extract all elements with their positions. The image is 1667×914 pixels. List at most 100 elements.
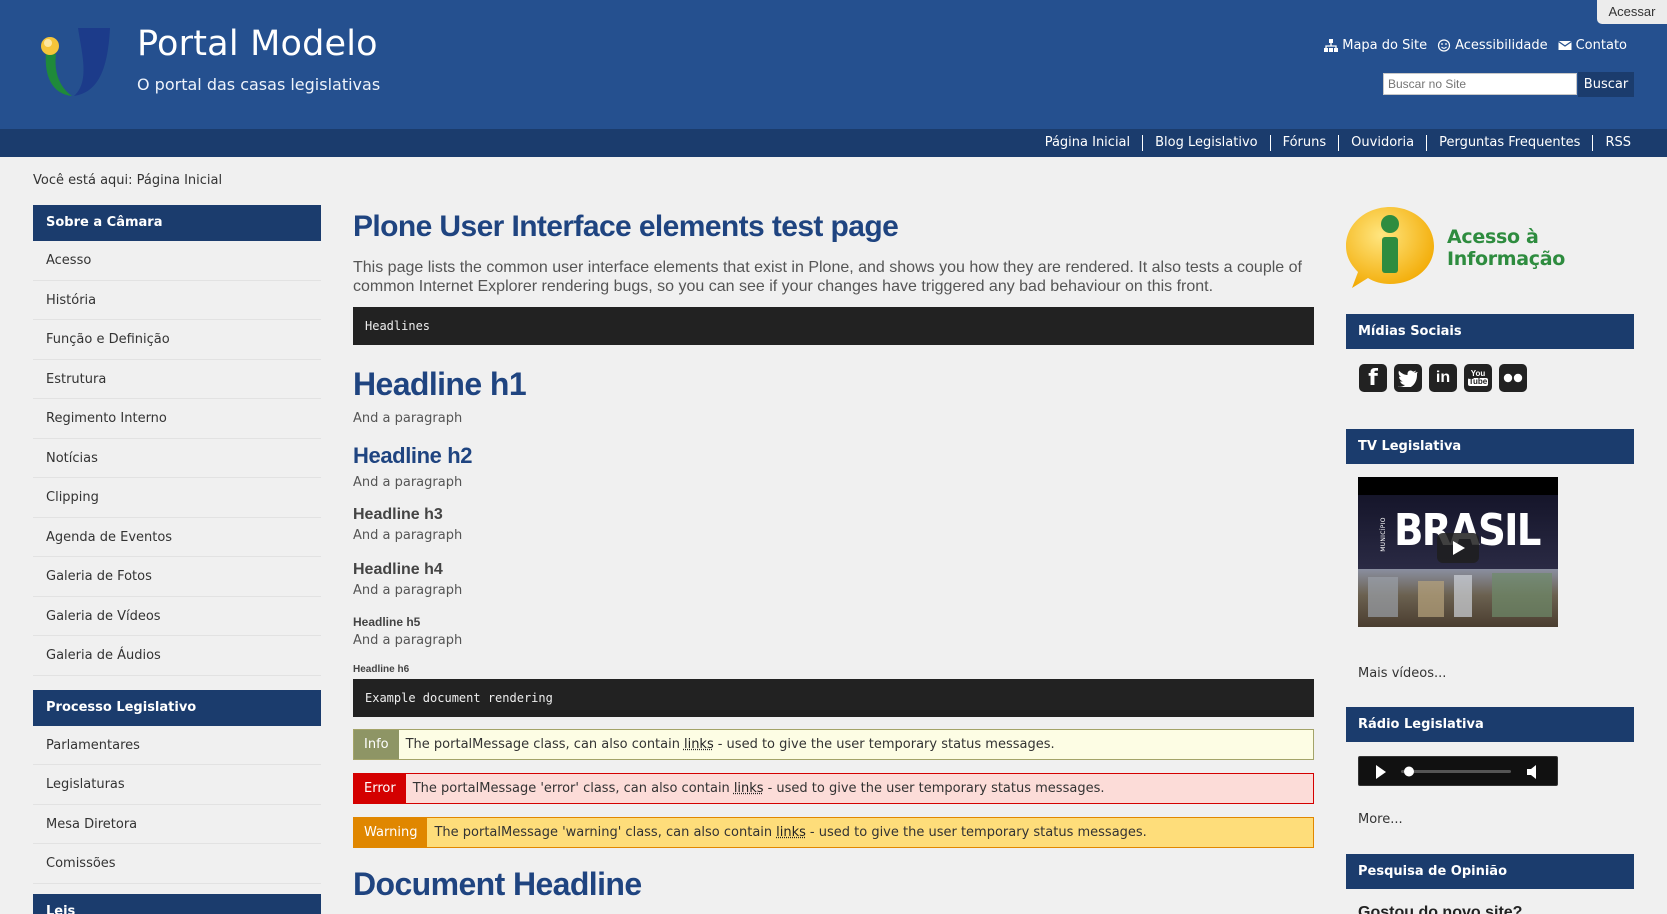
breadcrumb-current[interactable]: Página Inicial bbox=[137, 173, 222, 188]
info-link[interactable]: links bbox=[684, 737, 714, 752]
portlet-header-social: Mídias Sociais bbox=[1346, 314, 1634, 349]
access-info-line2: Informação bbox=[1447, 248, 1566, 270]
headline-h6: Headline h6 bbox=[353, 664, 410, 675]
sidebar-item[interactable]: Mesa Diretora bbox=[33, 805, 321, 844]
warning-tag: Warning bbox=[354, 818, 428, 847]
nav-item-ombudsman[interactable]: Ouvidoria bbox=[1338, 135, 1426, 151]
sitemap-icon bbox=[1324, 39, 1339, 52]
headline-h3: Headline h3 bbox=[353, 506, 443, 523]
contact-link[interactable]: Contato bbox=[1557, 38, 1627, 53]
page-title: Plone User Interface elements test page bbox=[353, 210, 899, 243]
paragraph: And a paragraph bbox=[353, 633, 463, 648]
site-logo[interactable] bbox=[38, 26, 112, 98]
warning-text-after: - used to give the user temporary status… bbox=[809, 825, 1147, 840]
accessibility-link-label: Acessibilidade bbox=[1455, 38, 1548, 53]
poll-question: Gostou do novo site? bbox=[1358, 904, 1523, 914]
headline-h2: Headline h2 bbox=[353, 443, 473, 468]
nav-item-home[interactable]: Página Inicial bbox=[1033, 135, 1142, 151]
nav-item-faq[interactable]: Perguntas Frequentes bbox=[1426, 135, 1592, 151]
sitemap-link-label: Mapa do Site bbox=[1342, 38, 1428, 53]
accessibility-icon bbox=[1437, 39, 1451, 52]
sidebar-item[interactable]: Notícias bbox=[33, 439, 321, 478]
audio-player[interactable] bbox=[1358, 756, 1558, 786]
youtube-icon[interactable]: You Tube bbox=[1464, 364, 1492, 392]
more-videos-link[interactable]: Mais vídeos... bbox=[1358, 666, 1446, 681]
video-label-small: MUNICÍPIO bbox=[1379, 517, 1387, 552]
volume-icon bbox=[1527, 765, 1536, 779]
site-header: Portal Modelo O portal das casas legisla… bbox=[0, 0, 1667, 129]
error-link[interactable]: links bbox=[734, 781, 764, 796]
top-links: Mapa do Site Acessibilidade Contato bbox=[1324, 38, 1627, 53]
sidebar-item[interactable]: Função e Definição bbox=[33, 320, 321, 360]
warning-link[interactable]: links bbox=[776, 825, 806, 840]
paragraph: And a paragraph bbox=[353, 411, 463, 426]
facebook-icon[interactable]: f bbox=[1359, 364, 1387, 392]
portlet-header-radio: Rádio Legislativa bbox=[1346, 707, 1634, 742]
sidebar-item[interactable]: Comissões bbox=[33, 844, 321, 884]
search-input[interactable] bbox=[1383, 73, 1577, 95]
envelope-icon bbox=[1557, 41, 1572, 50]
portlet-header-tv: TV Legislativa bbox=[1346, 429, 1634, 464]
warning-text: The portalMessage 'warning' class, can a… bbox=[434, 825, 773, 840]
sidebar-item[interactable]: Agenda de Eventos bbox=[33, 518, 321, 557]
headline-h5: Headline h5 bbox=[353, 615, 421, 629]
sidebar-item[interactable]: Galeria de Áudios bbox=[33, 636, 321, 676]
info-tag: Info bbox=[354, 730, 399, 759]
search-button[interactable]: Buscar bbox=[1578, 72, 1634, 97]
tv-video-thumbnail[interactable]: MUNICÍPIO BRASIL bbox=[1358, 477, 1558, 627]
sidebar-item[interactable]: Regimento Interno bbox=[33, 399, 321, 439]
info-text-after: - used to give the user temporary status… bbox=[717, 737, 1055, 752]
play-button-icon bbox=[1376, 765, 1386, 779]
access-info-text[interactable]: Acesso à Informação bbox=[1447, 226, 1565, 270]
sidebar-item[interactable]: Legislaturas bbox=[33, 765, 321, 805]
portlet-header-poll: Pesquisa de Opinião bbox=[1346, 854, 1634, 889]
nav-item-rss[interactable]: RSS bbox=[1592, 135, 1643, 151]
headline-h4: Headline h4 bbox=[353, 561, 443, 578]
paragraph: And a paragraph bbox=[353, 528, 463, 543]
portlet-header-laws[interactable]: Leis bbox=[33, 893, 321, 914]
headline-h1: Headline h1 bbox=[353, 366, 527, 402]
error-message: Error The portalMessage 'error' class, c… bbox=[353, 773, 1314, 804]
social-icons: f in You Tube bbox=[1359, 364, 1527, 392]
sitemap-link[interactable]: Mapa do Site bbox=[1324, 38, 1427, 53]
linkedin-icon[interactable]: in bbox=[1429, 364, 1457, 392]
portlet-header-legislative[interactable]: Processo Legislativo bbox=[33, 689, 321, 726]
sidebar-item[interactable]: Acesso bbox=[33, 241, 321, 281]
info-text: The portalMessage class, can also contai… bbox=[405, 737, 680, 752]
access-info-icon[interactable] bbox=[1346, 204, 1438, 290]
login-button[interactable]: Acessar bbox=[1597, 0, 1667, 24]
page-description: This page lists the common user interfac… bbox=[353, 259, 1302, 295]
twitter-icon[interactable] bbox=[1394, 364, 1422, 392]
sidebar-item[interactable]: Estrutura bbox=[33, 360, 321, 399]
sidebar-item[interactable]: Parlamentares bbox=[33, 726, 321, 765]
seek-handle bbox=[1404, 766, 1414, 777]
flickr-icon[interactable] bbox=[1499, 364, 1527, 392]
site-subtitle: O portal das casas legislativas bbox=[137, 75, 381, 94]
error-tag: Error bbox=[354, 774, 406, 803]
sidebar-item[interactable]: Clipping bbox=[33, 478, 321, 518]
code-block-example: Example document rendering bbox=[353, 679, 1314, 717]
paragraph: And a paragraph bbox=[353, 475, 463, 490]
portlet-header-about[interactable]: Sobre a Câmara bbox=[33, 205, 321, 241]
info-message: Info The portalMessage class, can also c… bbox=[353, 729, 1314, 760]
more-link[interactable]: More... bbox=[1358, 812, 1403, 827]
breadcrumb: Você está aqui: Página Inicial bbox=[33, 173, 222, 188]
sidebar-item[interactable]: Galeria de Vídeos bbox=[33, 597, 321, 636]
play-icon[interactable] bbox=[1437, 533, 1479, 563]
nav-item-blog[interactable]: Blog Legislativo bbox=[1142, 135, 1269, 151]
site-title[interactable]: Portal Modelo bbox=[137, 24, 378, 64]
contact-link-label: Contato bbox=[1575, 38, 1627, 53]
error-text: The portalMessage 'error' class, can als… bbox=[412, 781, 730, 796]
left-sidebar: Sobre a Câmara Acesso História Função e … bbox=[33, 205, 321, 914]
sidebar-item[interactable]: História bbox=[33, 281, 321, 320]
sidebar-item[interactable]: Galeria de Fotos bbox=[33, 557, 321, 597]
paragraph: And a paragraph bbox=[353, 583, 463, 598]
global-nav: Página Inicial Blog Legislativo Fóruns O… bbox=[0, 129, 1667, 157]
code-block-headlines: Headlines bbox=[353, 307, 1314, 345]
accessibility-link[interactable]: Acessibilidade bbox=[1437, 38, 1548, 53]
access-info-line1: Acesso à bbox=[1447, 226, 1539, 248]
breadcrumb-prefix: Você está aqui: bbox=[33, 173, 133, 188]
warning-message: Warning The portalMessage 'warning' clas… bbox=[353, 817, 1314, 848]
nav-item-forums[interactable]: Fóruns bbox=[1269, 135, 1339, 151]
document-headline: Document Headline bbox=[353, 866, 642, 902]
